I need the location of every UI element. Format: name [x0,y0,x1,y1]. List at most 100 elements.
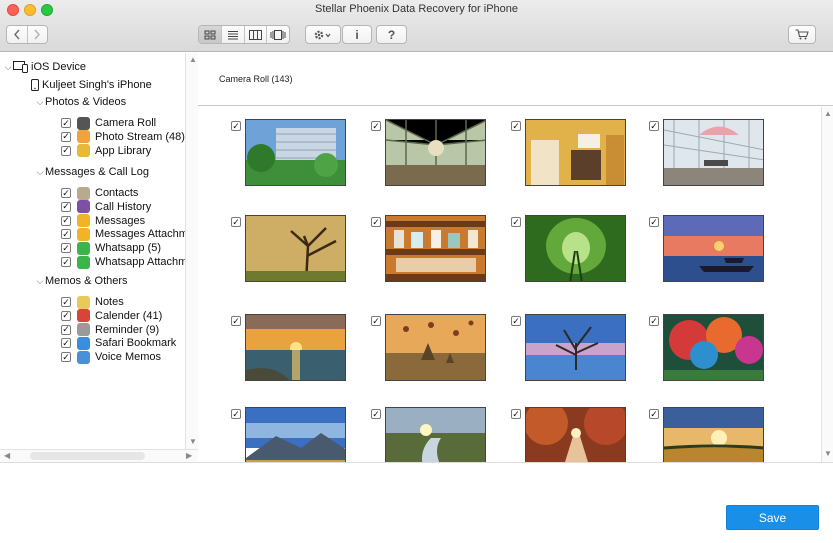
photo-checkbox[interactable]: ✓ [231,217,241,227]
terrace-umbrella-photo[interactable] [663,119,764,186]
balloons-temples-photo[interactable] [385,314,486,381]
tree-item-label: Notes [95,296,124,308]
stream-sunrise-photo[interactable] [385,407,486,462]
item-checkbox[interactable]: ✓ [61,229,71,240]
help-button[interactable]: ? [376,25,407,44]
photo-checkbox[interactable]: ✓ [231,409,241,419]
dead-tree-lake-photo[interactable] [525,314,626,381]
sidebar-vertical-scrollbar[interactable]: ▲ ▼ [185,53,198,449]
item-checkbox[interactable]: ✓ [61,243,71,254]
item-checkbox[interactable]: ✓ [61,352,71,363]
tree-device[interactable]: Kuljeet Singh's iPhone [31,78,152,92]
settings-button[interactable] [305,25,341,44]
sidebar-item-whatsapp[interactable]: ✓ Whatsapp (5) [61,241,161,255]
tree-group-0[interactable]: ⌵ Photos & Videos [35,95,127,109]
sidebar-item-notes[interactable]: ✓ Notes [61,295,124,309]
sidebar-item-app-library[interactable]: ✓ App Library [61,144,151,158]
shelves-jars-photo[interactable] [385,215,486,282]
photo-checkbox[interactable]: ✓ [371,121,381,131]
item-checkbox[interactable]: ✓ [61,257,71,267]
item-checkbox[interactable]: ✓ [61,297,71,307]
scroll-right-icon[interactable]: ▶ [186,452,192,460]
chevron-down-icon[interactable]: ⌵ [35,97,45,108]
photo-checkbox[interactable]: ✓ [511,217,521,227]
item-checkbox[interactable]: ✓ [61,145,71,156]
gallery-vertical-scrollbar[interactable]: ▲ ▼ [821,107,833,462]
conservatory-cafe-photo[interactable] [385,119,486,186]
item-checkbox[interactable]: ✓ [61,118,71,128]
scroll-up-icon[interactable]: ▲ [824,110,832,118]
sidebar-item-whatsapp-attachment[interactable]: ✓ Whatsapp Attachme [61,255,185,269]
item-checkbox[interactable]: ✓ [61,324,71,335]
scroll-up-icon[interactable]: ▲ [189,56,197,64]
messages-icon [77,214,90,228]
photo-checkbox[interactable]: ✓ [231,121,241,131]
chevron-down-icon[interactable]: ⌵ [35,276,45,287]
sidebar-item-calendar[interactable]: ✓ Calender (41) [61,309,162,323]
sidebar-horizontal-scrollbar[interactable]: ◀ ▶ [0,449,198,462]
list-view-button[interactable] [220,26,244,43]
scroll-down-icon[interactable]: ▼ [824,450,832,458]
photo-checkbox[interactable]: ✓ [649,409,659,419]
sidebar-item-messages-attachment[interactable]: ✓ Messages Attachme [61,227,185,241]
photo-checkbox[interactable]: ✓ [511,316,521,326]
item-checkbox[interactable]: ✓ [61,131,71,142]
interior-room-photo[interactable] [525,119,626,186]
footer-bar: Save [0,462,833,543]
green-tunnel-photo[interactable] [525,215,626,282]
scroll-left-icon[interactable]: ◀ [4,452,10,460]
tree-item-label: Kuljeet Singh's iPhone [42,79,152,91]
tree-item-label: Contacts [95,187,139,199]
photo-checkbox[interactable]: ✓ [649,121,659,131]
item-checkbox[interactable]: ✓ [61,338,71,349]
coverflow-view-button[interactable] [266,26,289,43]
misty-tree-photo[interactable] [245,215,346,282]
sidebar-horizontal-scroll-thumb[interactable] [30,452,145,460]
chevron-down-icon[interactable]: ⌵ [3,62,13,73]
title-bar: Stellar Phoenix Data Recovery for iPhone [0,0,833,52]
sunset-boats-photo[interactable] [663,215,764,282]
sidebar-item-safari[interactable]: ✓ Safari Bookmark [61,336,176,350]
item-checkbox[interactable]: ✓ [61,201,71,212]
cart-button[interactable] [788,25,816,44]
photo-stream-icon [77,130,90,144]
photo-checkbox[interactable]: ✓ [649,316,659,326]
photo-checkbox[interactable]: ✓ [371,409,381,419]
mountain-valley-photo[interactable] [245,407,346,462]
tree-item-label: Messages Attachme [95,228,185,241]
photo-checkbox[interactable]: ✓ [511,121,521,131]
item-checkbox[interactable]: ✓ [61,188,71,198]
photo-checkbox[interactable]: ✓ [231,316,241,326]
sidebar-item-reminder[interactable]: ✓ Reminder (9) [61,323,159,337]
colorful-trees-photo[interactable] [663,314,764,381]
chevron-down-icon[interactable]: ⌵ [35,167,45,178]
sidebar-item-contacts[interactable]: ✓ Contacts [61,186,138,200]
tree-group-2[interactable]: ⌵ Memos & Others [35,274,128,288]
back-button[interactable] [7,26,27,43]
photo-checkbox[interactable]: ✓ [649,217,659,227]
golden-field-photo[interactable] [663,407,764,462]
sunset-sea-photo[interactable] [245,314,346,381]
sidebar-item-messages[interactable]: ✓ Messages [61,214,145,228]
main-content: Camera Roll (143) ✓ ✓ ✓ ✓ ✓ ✓ ✓ ✓ ✓ ✓ ✓ ✓ ✓ ✓ ✓ ✓ ▲ ▼ [198,53,833,462]
tree-root-ios-device[interactable]: ⌵ iOS Device [3,60,86,74]
column-view-button[interactable] [243,26,267,43]
grid-view-button[interactable] [199,26,221,43]
sidebar-item-camera[interactable]: ✓ Camera Roll [61,116,156,130]
sidebar-item-voice-memos[interactable]: ✓ Voice Memos [61,350,161,364]
save-button[interactable]: Save [726,505,819,530]
scroll-down-icon[interactable]: ▼ [189,438,197,446]
photo-checkbox[interactable]: ✓ [371,316,381,326]
autumn-road-photo[interactable] [525,407,626,462]
photo-checkbox[interactable]: ✓ [371,217,381,227]
info-button[interactable]: i [342,25,372,44]
forward-button[interactable] [26,26,48,43]
photo-thumbnail [526,315,625,380]
sidebar-item-photo-stream[interactable]: ✓ Photo Stream (48) [61,130,185,144]
item-checkbox[interactable]: ✓ [61,310,71,321]
tree-group-1[interactable]: ⌵ Messages & Call Log [35,165,149,179]
office-building-photo[interactable] [245,119,346,186]
item-checkbox[interactable]: ✓ [61,215,71,226]
sidebar-item-call-history[interactable]: ✓ Call History [61,200,151,214]
photo-checkbox[interactable]: ✓ [511,409,521,419]
